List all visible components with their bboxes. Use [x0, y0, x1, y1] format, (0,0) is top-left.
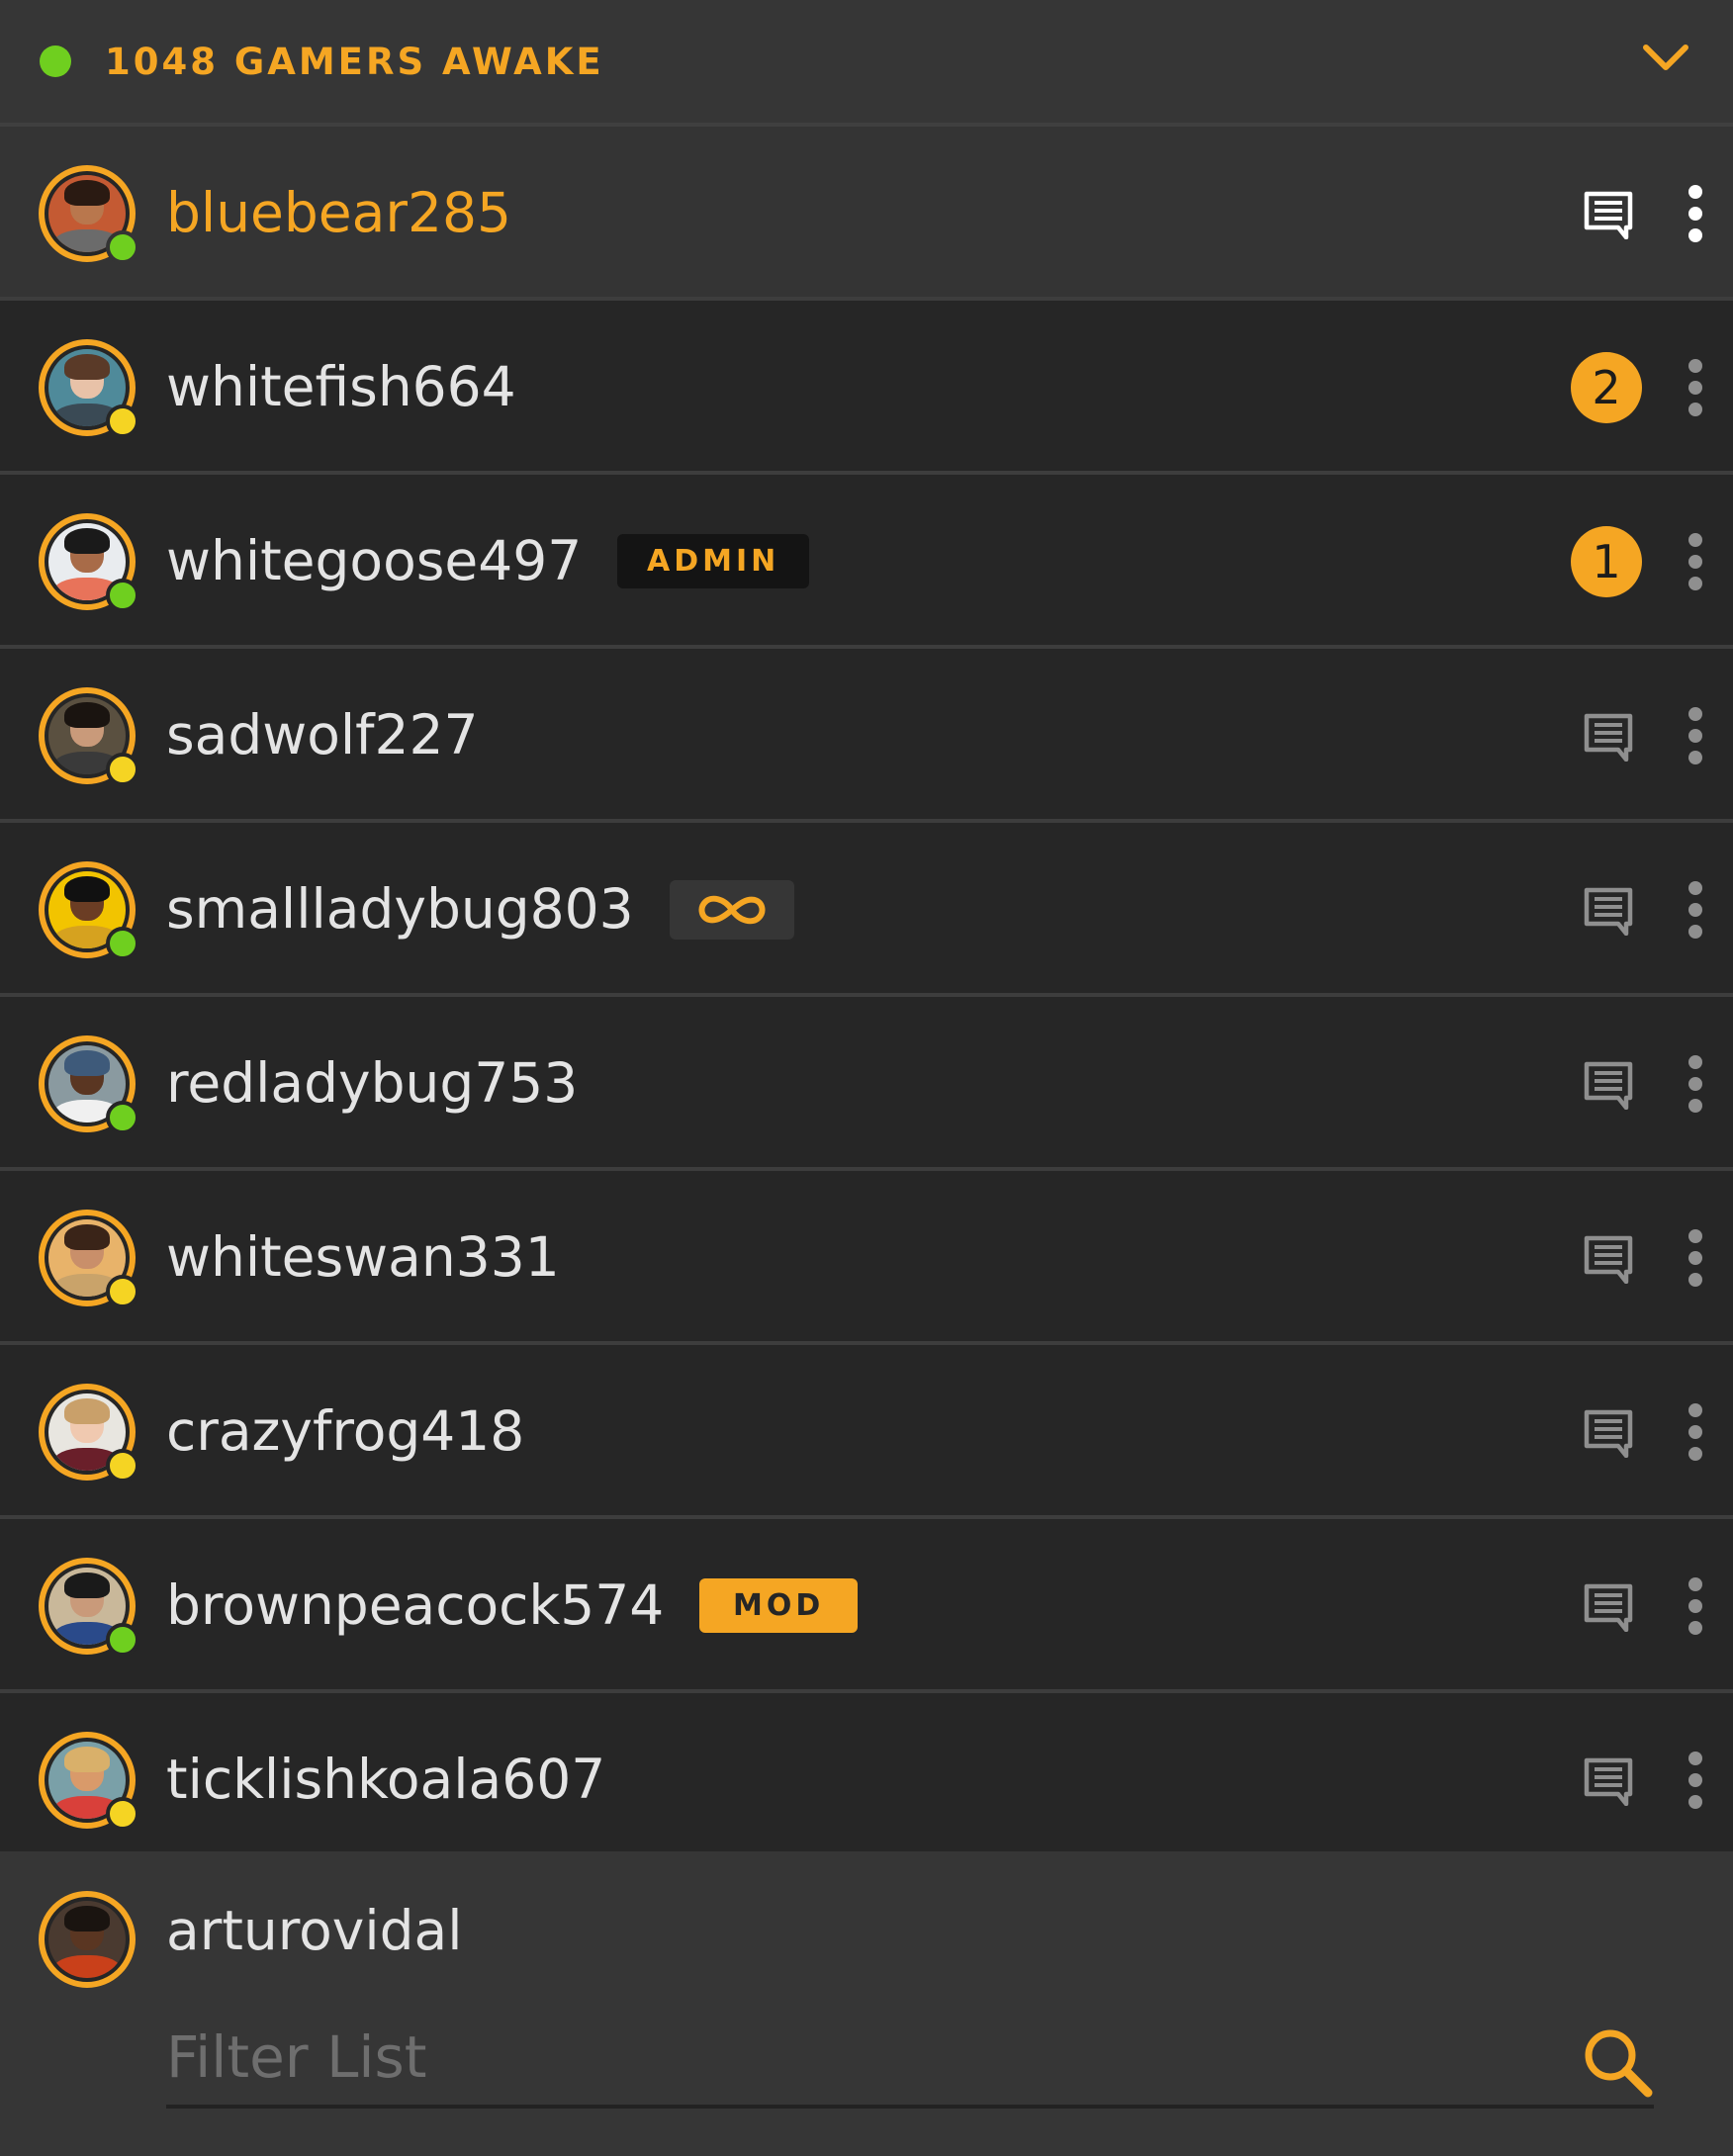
- status-dot: [106, 753, 139, 786]
- list-item[interactable]: whitefish664 2: [0, 301, 1733, 475]
- status-dot: [106, 230, 139, 264]
- status-dot: [106, 1449, 139, 1482]
- list-item[interactable]: sadwolf227: [0, 649, 1733, 823]
- user-name: whitegoose497: [166, 529, 583, 592]
- more-options-icon[interactable]: [1687, 1228, 1703, 1288]
- unread-count-badge[interactable]: 2: [1571, 352, 1642, 423]
- status-dot: [106, 1623, 139, 1657]
- list-item[interactable]: brownpeacock574 MOD: [0, 1519, 1733, 1693]
- more-options-icon[interactable]: [1687, 1751, 1703, 1810]
- infinity-badge: [670, 880, 794, 940]
- user-name: whiteswan331: [166, 1225, 560, 1289]
- online-count-label: 1048 GAMERS AWAKE: [105, 40, 604, 83]
- chat-icon[interactable]: [1583, 1232, 1634, 1284]
- more-options-icon[interactable]: [1687, 532, 1703, 591]
- user-name: redladybug753: [166, 1051, 579, 1115]
- avatar[interactable]: [39, 165, 139, 264]
- avatar[interactable]: [39, 1210, 139, 1308]
- avatar[interactable]: [39, 1558, 139, 1657]
- chat-icon[interactable]: [1583, 1406, 1634, 1458]
- avatar[interactable]: [39, 687, 139, 786]
- online-indicator-dot: [40, 45, 71, 77]
- status-dot: [106, 404, 139, 438]
- user-name: brownpeacock574: [166, 1573, 665, 1637]
- chevron-down-icon[interactable]: [1640, 38, 1691, 77]
- list-item[interactable]: crazyfrog418: [0, 1345, 1733, 1519]
- avatar[interactable]: [39, 1384, 139, 1482]
- chat-icon[interactable]: [1583, 188, 1634, 239]
- list-item[interactable]: whitegoose497 ADMIN 1: [0, 475, 1733, 649]
- footer: arturovidal: [0, 1851, 1733, 2156]
- more-options-icon[interactable]: [1687, 184, 1703, 243]
- avatar[interactable]: [39, 1732, 139, 1831]
- more-options-icon[interactable]: [1687, 1054, 1703, 1114]
- list-item[interactable]: whiteswan331: [0, 1171, 1733, 1345]
- user-list: bluebear285 whitefish664 2 whitegoose497 ADM…: [0, 127, 1733, 1867]
- more-options-icon[interactable]: [1687, 1402, 1703, 1462]
- status-dot: [106, 1797, 139, 1831]
- status-dot: [106, 579, 139, 612]
- infinity-icon: [698, 895, 766, 925]
- chat-icon[interactable]: [1583, 1580, 1634, 1632]
- avatar[interactable]: [39, 861, 139, 960]
- avatar[interactable]: [39, 339, 139, 438]
- user-name: crazyfrog418: [166, 1399, 525, 1463]
- more-options-icon[interactable]: [1687, 706, 1703, 765]
- list-item[interactable]: ticklishkoala607: [0, 1693, 1733, 1867]
- filter-field[interactable]: [166, 2010, 1654, 2109]
- unread-count-badge[interactable]: 1: [1571, 526, 1642, 597]
- chat-icon[interactable]: [1583, 1058, 1634, 1110]
- mod-badge: MOD: [699, 1578, 859, 1633]
- list-item[interactable]: bluebear285: [0, 127, 1733, 301]
- user-name: whitefish664: [166, 355, 516, 418]
- chat-icon[interactable]: [1583, 710, 1634, 762]
- search-icon[interactable]: [1581, 2025, 1654, 2099]
- current-user-name: arturovidal: [166, 1899, 463, 1962]
- status-dot: [106, 927, 139, 960]
- list-item[interactable]: redladybug753: [0, 997, 1733, 1171]
- status-dot: [106, 1275, 139, 1308]
- more-options-icon[interactable]: [1687, 1576, 1703, 1636]
- more-options-icon[interactable]: [1687, 358, 1703, 417]
- filter-input[interactable]: [166, 2010, 1531, 2105]
- status-dot: [106, 1101, 139, 1134]
- chat-icon[interactable]: [1583, 1754, 1634, 1806]
- user-name: sadwolf227: [166, 703, 479, 766]
- online-header[interactable]: 1048 GAMERS AWAKE: [0, 0, 1733, 127]
- admin-badge: ADMIN: [617, 534, 810, 588]
- avatar[interactable]: [39, 1035, 139, 1134]
- list-item[interactable]: smallladybug803: [0, 823, 1733, 997]
- avatar[interactable]: [39, 1891, 136, 1988]
- avatar[interactable]: [39, 513, 139, 612]
- gamers-list-panel: 1048 GAMERS AWAKE bluebear285 whitefish66…: [0, 0, 1733, 2156]
- user-name: smallladybug803: [166, 877, 634, 941]
- more-options-icon[interactable]: [1687, 880, 1703, 940]
- user-name: bluebear285: [166, 181, 511, 244]
- user-name: ticklishkoala607: [166, 1748, 606, 1811]
- chat-icon[interactable]: [1583, 884, 1634, 936]
